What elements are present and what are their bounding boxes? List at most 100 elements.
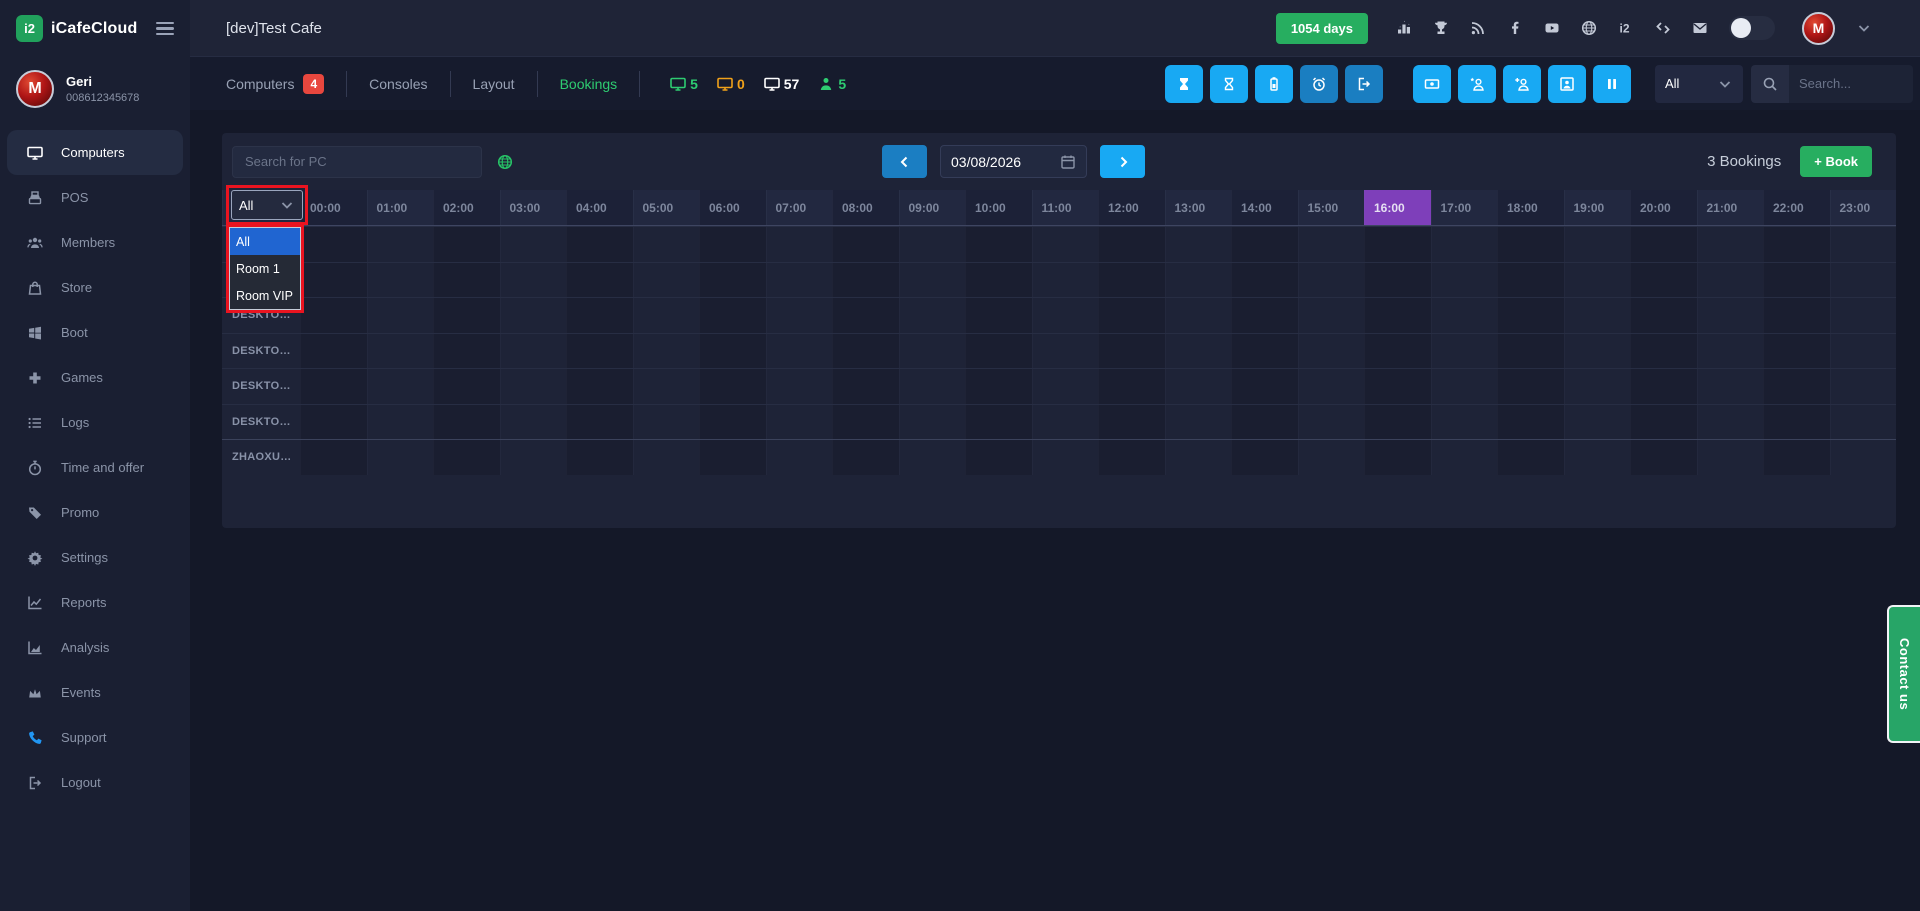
booking-cell[interactable] — [1697, 334, 1764, 369]
youtube-icon[interactable] — [1544, 20, 1560, 36]
sidebar-item-reports[interactable]: Reports — [7, 580, 183, 625]
booking-cell[interactable] — [965, 263, 1032, 298]
banknote-button[interactable] — [1413, 65, 1451, 103]
booking-cell[interactable] — [1364, 369, 1431, 404]
booking-cell[interactable] — [1630, 440, 1697, 475]
member-star-button[interactable] — [1458, 65, 1496, 103]
globe-icon[interactable] — [1581, 20, 1597, 36]
booking-cell[interactable] — [1763, 334, 1830, 369]
booking-cell[interactable] — [832, 227, 899, 262]
booking-cell[interactable] — [1830, 440, 1897, 475]
booking-cell[interactable] — [1231, 263, 1298, 298]
booking-cell[interactable] — [566, 298, 633, 333]
booking-cell[interactable] — [633, 405, 700, 440]
booking-cell[interactable] — [433, 440, 500, 475]
booking-cell[interactable] — [699, 298, 766, 333]
booking-cell[interactable] — [899, 227, 966, 262]
booking-cell[interactable] — [699, 263, 766, 298]
booking-cell[interactable] — [1032, 263, 1099, 298]
booking-cell[interactable] — [1298, 263, 1365, 298]
booking-cell[interactable] — [1364, 263, 1431, 298]
booking-cell[interactable] — [1630, 263, 1697, 298]
booking-cell[interactable] — [699, 334, 766, 369]
booking-cell[interactable] — [300, 263, 367, 298]
booking-cell[interactable] — [566, 227, 633, 262]
booking-cell[interactable] — [1630, 227, 1697, 262]
compare-arrows-icon[interactable] — [1655, 20, 1671, 36]
booking-cell[interactable] — [1298, 227, 1365, 262]
booking-cell[interactable] — [1431, 298, 1498, 333]
booking-cell[interactable] — [1231, 369, 1298, 404]
booking-cell[interactable] — [1630, 298, 1697, 333]
booking-cell[interactable] — [1032, 227, 1099, 262]
booking-cell[interactable] — [965, 440, 1032, 475]
booking-cell[interactable] — [1697, 405, 1764, 440]
icafe-logo-icon[interactable]: i2 — [1618, 20, 1634, 36]
user-avatar[interactable]: M — [16, 70, 54, 108]
booking-cell[interactable] — [1098, 334, 1165, 369]
booking-cell[interactable] — [1098, 405, 1165, 440]
booking-cell[interactable] — [633, 263, 700, 298]
booking-cell[interactable] — [1165, 334, 1232, 369]
booking-cell[interactable] — [1098, 227, 1165, 262]
booking-cell[interactable] — [1364, 405, 1431, 440]
room-option-all[interactable]: All — [230, 228, 300, 255]
member-add-button[interactable] — [1503, 65, 1541, 103]
booking-cell[interactable] — [766, 440, 833, 475]
booking-cell[interactable] — [433, 227, 500, 262]
book-button[interactable]: + Book — [1800, 146, 1872, 177]
booking-cell[interactable] — [300, 405, 367, 440]
booking-cell[interactable] — [300, 440, 367, 475]
booking-cell[interactable] — [367, 369, 434, 404]
header-avatar[interactable]: M — [1802, 12, 1835, 45]
contact-us-button[interactable]: Contact us — [1887, 605, 1920, 743]
pc-search-input[interactable] — [232, 146, 482, 178]
booking-cell[interactable] — [367, 405, 434, 440]
booking-cell[interactable] — [500, 334, 567, 369]
booking-cell[interactable] — [1032, 334, 1099, 369]
mail-icon[interactable] — [1692, 20, 1708, 36]
toolbar-filter-select[interactable]: All — [1655, 65, 1743, 103]
sidebar-item-logout[interactable]: Logout — [7, 760, 183, 805]
booking-cell[interactable] — [1431, 440, 1498, 475]
search-input[interactable] — [1789, 65, 1913, 103]
booking-cell[interactable] — [1564, 263, 1631, 298]
booking-cell[interactable] — [899, 334, 966, 369]
sidebar-item-pos[interactable]: POS — [7, 175, 183, 220]
booking-cell[interactable] — [1830, 298, 1897, 333]
booking-cell[interactable] — [1231, 298, 1298, 333]
booking-cell[interactable] — [566, 440, 633, 475]
booking-cell[interactable] — [1098, 369, 1165, 404]
booking-cell[interactable] — [1298, 298, 1365, 333]
booking-cell[interactable] — [367, 263, 434, 298]
booking-cell[interactable] — [1564, 369, 1631, 404]
booking-cell[interactable] — [1763, 227, 1830, 262]
booking-cell[interactable] — [566, 334, 633, 369]
booking-cell[interactable] — [832, 263, 899, 298]
booking-cell[interactable] — [1298, 405, 1365, 440]
booking-cell[interactable] — [1231, 405, 1298, 440]
booking-cell[interactable] — [500, 369, 567, 404]
sidebar-item-logs[interactable]: Logs — [7, 400, 183, 445]
booking-cell[interactable] — [633, 440, 700, 475]
booking-cell[interactable] — [1165, 440, 1232, 475]
booking-cell[interactable] — [1165, 405, 1232, 440]
booking-cell[interactable] — [1564, 227, 1631, 262]
sidebar-item-analysis[interactable]: Analysis — [7, 625, 183, 670]
booking-cell[interactable] — [965, 334, 1032, 369]
booking-cell[interactable] — [1298, 334, 1365, 369]
booking-cell[interactable] — [1630, 334, 1697, 369]
rss-icon[interactable] — [1470, 20, 1486, 36]
booking-cell[interactable] — [899, 298, 966, 333]
booking-cell[interactable] — [433, 405, 500, 440]
booking-cell[interactable] — [1630, 405, 1697, 440]
booking-cell[interactable] — [1830, 405, 1897, 440]
booking-cell[interactable] — [1165, 298, 1232, 333]
booking-cell[interactable] — [832, 405, 899, 440]
booking-cell[interactable] — [699, 369, 766, 404]
booking-cell[interactable] — [1231, 334, 1298, 369]
booking-cell[interactable] — [500, 263, 567, 298]
booking-cell[interactable] — [1697, 440, 1764, 475]
booking-cell[interactable] — [1231, 227, 1298, 262]
tab-layout[interactable]: Layout — [451, 76, 537, 92]
